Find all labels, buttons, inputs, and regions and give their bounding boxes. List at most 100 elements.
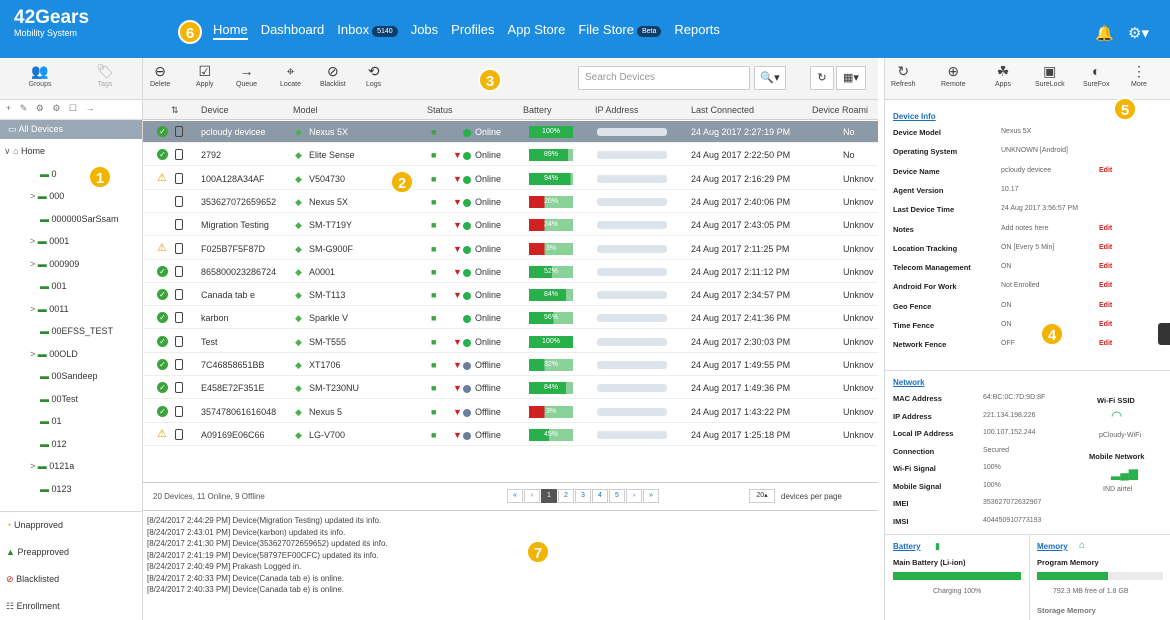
group-tree-item[interactable]: > ▬ 0121a	[30, 461, 74, 471]
remote-button[interactable]: ⊕ Remote	[941, 63, 966, 88]
col-status[interactable]: Status	[427, 105, 453, 115]
chevron-down-icon[interactable]: ∨	[4, 146, 13, 156]
page-button[interactable]: 1	[541, 489, 557, 503]
chevron-right-icon[interactable]: >	[30, 461, 38, 471]
device-row[interactable]: 353627072659652 ◆ Nexus 5X ■ ▼ Online 20% 24 Au…	[143, 191, 878, 213]
group-tree-item[interactable]: ▬ 00Test	[40, 394, 78, 404]
nav-profiles[interactable]: Profiles	[451, 22, 494, 38]
group-tools[interactable]: + ✎ ⚙ ⚙ ☐ →	[0, 100, 142, 120]
bell-icon[interactable]: 🔔	[1095, 24, 1114, 42]
nav-reports[interactable]: Reports	[674, 22, 720, 38]
panel-collapse-handle[interactable]	[1158, 323, 1170, 345]
device-row[interactable]: ✓ E458E72F351E ◆ SM-T230NU ■ ▼ Offline 84% 24 Au…	[143, 377, 878, 400]
group-tree-item[interactable]: > ▬ 000909	[30, 259, 79, 269]
group-tree-item[interactable]: > ▬ 0001	[30, 236, 69, 246]
preapproved-filter[interactable]: ▲ Preapproved	[0, 539, 143, 566]
blacklist-button[interactable]: ⊘ Blacklist	[320, 63, 346, 88]
logs-button[interactable]: ⟲ Logs	[366, 63, 381, 88]
group-tree-item[interactable]: > ▬ 00OLD	[30, 349, 78, 359]
device-row[interactable]: ✓ Canada tab e ◆ SM-T113 ■ ▼ Online 84% 24 Aug 2…	[143, 284, 878, 307]
page-button[interactable]: »	[643, 489, 659, 503]
edit-link[interactable]: Edit	[1099, 225, 1112, 232]
unapproved-filter[interactable]: ◔ Unapproved	[0, 512, 143, 539]
column-chooser-button[interactable]: ▦▾	[836, 66, 866, 90]
col-battery[interactable]: Battery	[523, 105, 552, 115]
queue-button[interactable]: → Queue	[236, 63, 257, 88]
chevron-right-icon[interactable]: >	[30, 304, 38, 314]
group-tree-item[interactable]: ▬ 0123	[40, 484, 72, 494]
chevron-right-icon[interactable]: >	[30, 191, 38, 201]
nav-dashboard[interactable]: Dashboard	[261, 22, 325, 38]
group-tree-item[interactable]: > ▬ 000	[30, 191, 64, 201]
device-row[interactable]: ⚠ F025B7F5F87D ◆ SM-G900F ■ ▼ Online 3% 24 Aug 2…	[143, 238, 878, 260]
surelock-button[interactable]: ▣ SureLock	[1035, 63, 1065, 88]
tab-tags[interactable]: 🏷 Tags	[75, 63, 135, 88]
page-button[interactable]: ‹	[524, 489, 540, 503]
group-tree-item[interactable]: ∨ ⌂ Home	[4, 146, 45, 157]
edit-link[interactable]: Edit	[1099, 282, 1112, 289]
device-row[interactable]: Migration Testing ◆ SM-T719Y ■ ▼ Online 24% 24 …	[143, 214, 878, 237]
nav-jobs[interactable]: Jobs	[411, 22, 438, 38]
device-row[interactable]: ⚠ A09169E06C66 ◆ LG-V700 ■ ▼ Offline 45% 24 Aug …	[143, 424, 878, 446]
page-button[interactable]: 3	[575, 489, 591, 503]
device-row[interactable]: ✓ 7C46858651BB ◆ XT1706 ■ ▼ Offline 32% 24 Aug 2…	[143, 354, 878, 376]
settings-gear-icon[interactable]: ⚙▾	[1128, 24, 1149, 42]
nav-inbox[interactable]: Inbox 5140	[337, 22, 398, 38]
enrollment-filter[interactable]: ☷ Enrollment	[0, 593, 143, 620]
page-button[interactable]: 2	[558, 489, 574, 503]
device-row[interactable]: ⚠ 100A128A34AF ◆ V504730 ■ ▼ Online 94% 24 Aug 2…	[143, 168, 878, 190]
device-row[interactable]: ✓ pcloudy devicee ◆ Nexus 5X ■ Online 100% 24 A…	[143, 121, 878, 143]
edit-link[interactable]: Edit	[1099, 244, 1112, 251]
locate-button[interactable]: ⌖ Locate	[280, 63, 301, 88]
device-row[interactable]: ✓ 865800023286724 ◆ A0001 ■ ▼ Online 52% 24 Aug …	[143, 261, 878, 283]
group-tree-item[interactable]: ▬ 0	[40, 169, 57, 179]
col-device[interactable]: Device	[201, 105, 229, 115]
device-row[interactable]: ✓ 2792 ◆ Elite Sense ■ ▼ Online 89% 24 Aug 2017 …	[143, 144, 878, 167]
search-options-button[interactable]: 🔍▾	[754, 66, 786, 90]
group-tree-item[interactable]: ▬ 000000SarSsam	[40, 214, 119, 224]
sort-icon[interactable]: ⇅	[171, 105, 179, 116]
edit-link[interactable]: Edit	[1099, 321, 1112, 328]
group-tree-item[interactable]: ▬ 01	[40, 416, 62, 426]
delete-button[interactable]: ⊖ Delete	[150, 63, 170, 88]
page-button[interactable]: 4	[592, 489, 608, 503]
device-row[interactable]: ✓ 357478061616048 ◆ Nexus 5 ■ ▼ Offline 3% 24 Au…	[143, 401, 878, 423]
surefox-button[interactable]: ◐ SureFox	[1083, 63, 1109, 88]
group-tree-item[interactable]: > ▬ 0011	[30, 304, 69, 314]
more-button[interactable]: ⋮ More	[1131, 63, 1147, 88]
refresh-grid-button[interactable]: ↻	[810, 66, 834, 90]
page-button[interactable]: «	[507, 489, 523, 503]
col-last-connected[interactable]: Last Connected	[691, 105, 754, 115]
per-page-select[interactable]: 20▴	[749, 489, 775, 503]
page-button[interactable]: 5	[609, 489, 625, 503]
edit-link[interactable]: Edit	[1099, 302, 1112, 309]
device-row[interactable]: ✓ karbon ◆ Sparkle V ■ Online 56% 24 Aug 2017 2…	[143, 307, 878, 330]
apps-button[interactable]: ☘ Apps	[995, 63, 1011, 88]
col-model[interactable]: Model	[293, 105, 318, 115]
device-row[interactable]: ✓ Test ◆ SM-T555 ■ ▼ Online 100% 24 Aug 2017 2:3…	[143, 331, 878, 353]
nav-file-store[interactable]: File Store Beta	[578, 22, 662, 38]
nav-app-store[interactable]: App Store	[508, 22, 566, 38]
edit-link[interactable]: Edit	[1099, 263, 1112, 270]
search-input[interactable]: Search Devices	[578, 66, 750, 90]
group-tree-item[interactable]: ▬ 012	[40, 439, 67, 449]
blacklisted-filter[interactable]: ⊘ Blacklisted	[0, 566, 143, 593]
page-button[interactable]: ›	[626, 489, 642, 503]
edit-link[interactable]: Edit	[1099, 340, 1112, 347]
app-logo[interactable]: 42Gears Mobility System	[14, 8, 89, 39]
edit-link[interactable]: Edit	[1099, 167, 1112, 174]
col-device-roaming[interactable]: Device Roami	[812, 105, 868, 115]
chevron-right-icon[interactable]: >	[30, 259, 38, 269]
group-tree-item[interactable]: ▬ 00EFSS_TEST	[40, 326, 113, 336]
refresh-device-button[interactable]: ↻ Refresh	[891, 63, 916, 88]
tab-groups[interactable]: 👥 Groups	[10, 63, 70, 88]
group-tree-item[interactable]: ▬ 001	[40, 281, 67, 291]
chevron-right-icon[interactable]: >	[30, 349, 38, 359]
apply-button[interactable]: ☑ Apply	[196, 63, 214, 88]
activity-log[interactable]: [8/24/2017 2:44:29 PM] Device(Migration …	[143, 510, 878, 620]
col-ip-address[interactable]: IP Address	[595, 105, 638, 115]
group-tree-item[interactable]: ▬ 00Sandeep	[40, 371, 98, 381]
chevron-right-icon[interactable]: >	[30, 236, 38, 246]
nav-home[interactable]: Home	[213, 22, 248, 40]
all-devices-item[interactable]: ▭ All Devices	[0, 120, 142, 139]
